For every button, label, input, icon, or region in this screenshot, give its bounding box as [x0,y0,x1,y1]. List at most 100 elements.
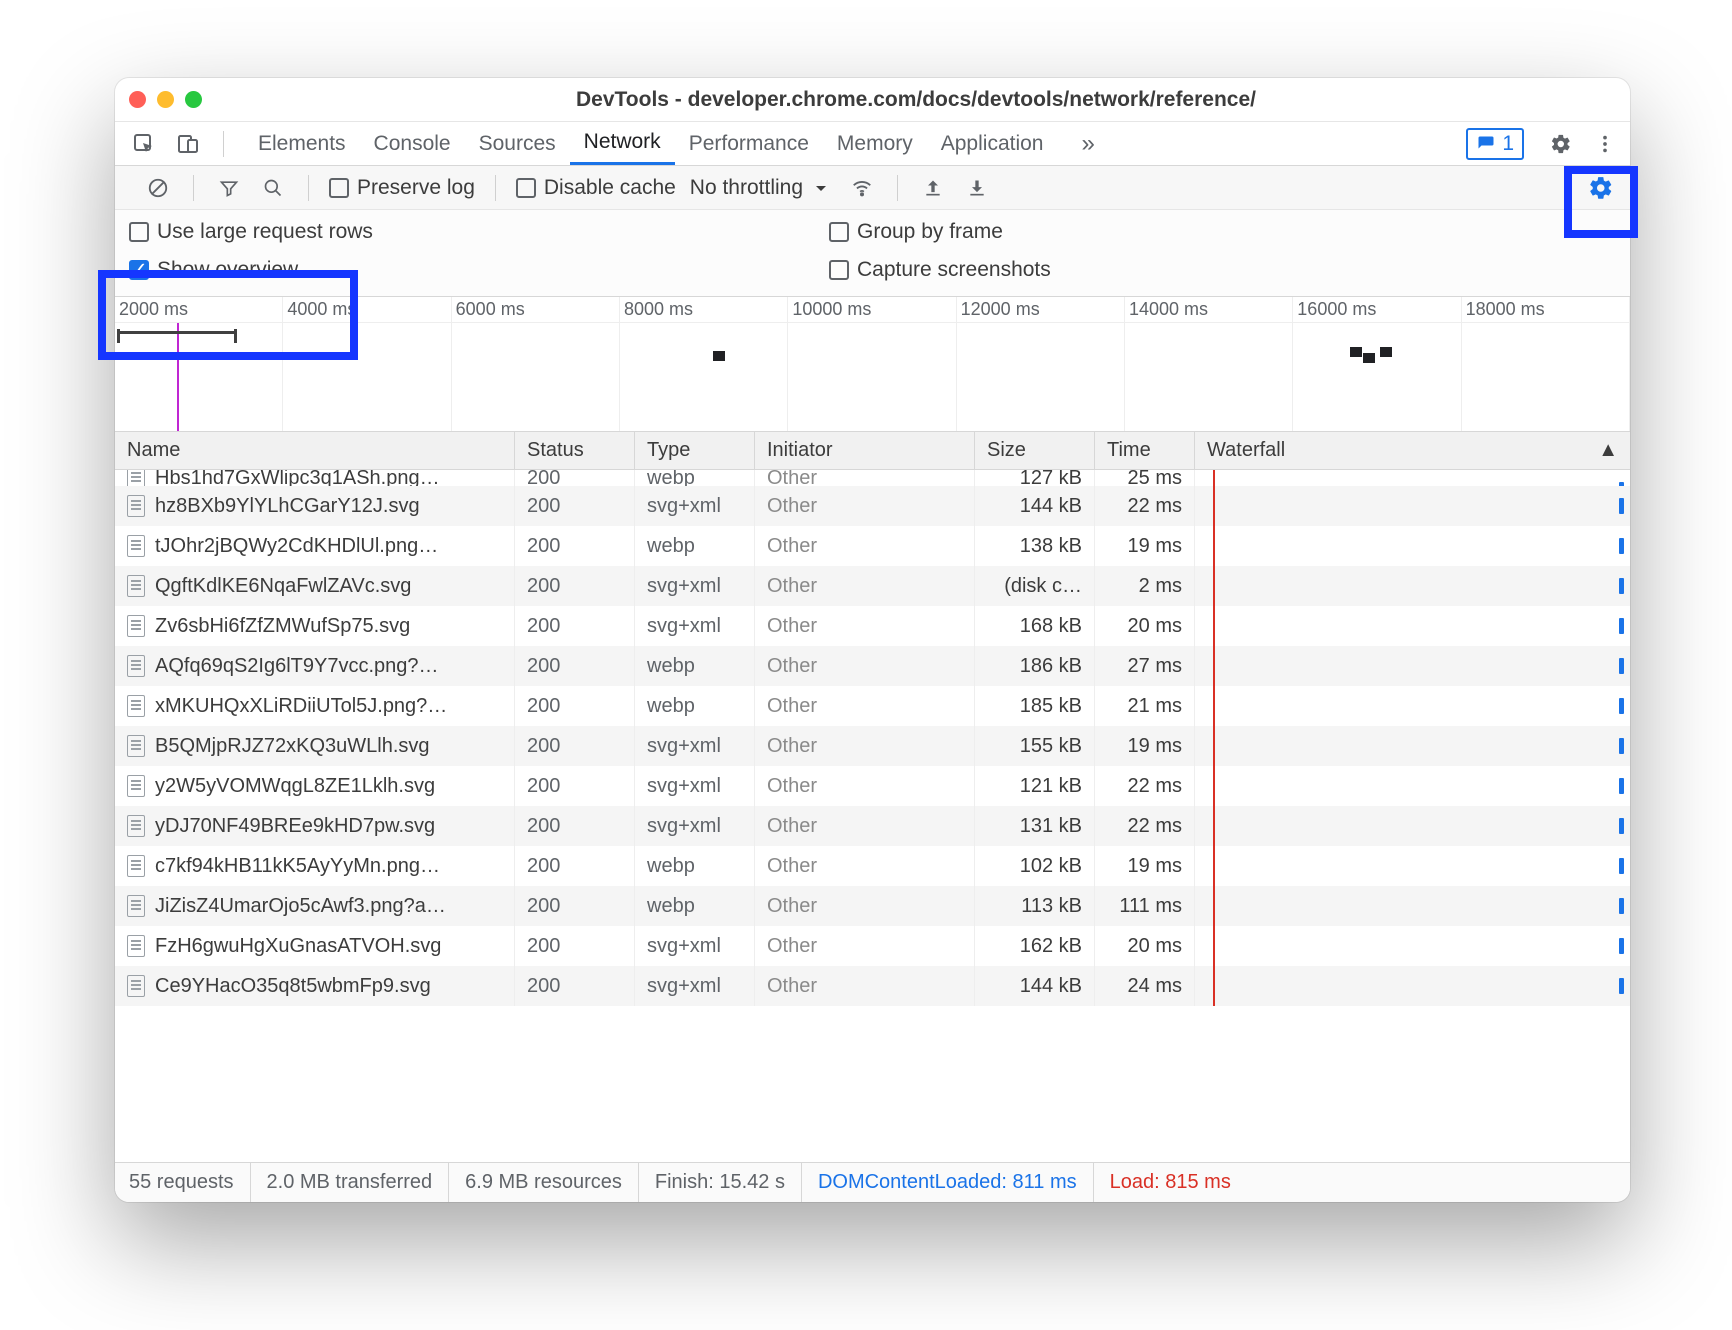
tab-elements[interactable]: Elements [244,122,360,165]
cell-name: Hbs1hd7GxWlipc3q1ASh.png… [115,470,515,486]
cell-time: 22 ms [1095,806,1195,846]
cell-initiator: Other [755,926,975,966]
table-row[interactable]: Zv6sbHi6fZfZMWufSp75.svg200svg+xmlOther1… [115,606,1630,646]
col-initiator[interactable]: Initiator [755,432,975,469]
col-type[interactable]: Type [635,432,755,469]
tab-performance[interactable]: Performance [675,122,823,165]
cell-type: svg+xml [635,726,755,766]
cell-status: 200 [515,686,635,726]
col-time[interactable]: Time [1095,432,1195,469]
maximize-window-button[interactable] [185,91,202,108]
cell-name: AQfq69qS2Ig6lT9Y7vcc.png?… [115,646,515,686]
table-row[interactable]: AQfq69qS2Ig6lT9Y7vcc.png?…200webpOther18… [115,646,1630,686]
timeline-band [115,323,283,431]
close-window-button[interactable] [129,91,146,108]
col-waterfall[interactable]: Waterfall▲ [1195,432,1630,469]
tab-console[interactable]: Console [360,122,465,165]
table-row[interactable]: c7kf94kHB11kK5AyYyMn.png…200webpOther102… [115,846,1630,886]
col-size[interactable]: Size [975,432,1095,469]
timeline-tick: 6000 ms [452,297,620,322]
capture-screenshots-checkbox[interactable]: Capture screenshots [829,258,1189,282]
timeline-activity [1350,347,1362,357]
more-panels-icon[interactable]: » [1071,130,1104,158]
cell-time: 20 ms [1095,926,1195,966]
cell-time: 27 ms [1095,646,1195,686]
cell-type: svg+xml [635,486,755,526]
cell-initiator: Other [755,486,975,526]
cell-status: 200 [515,766,635,806]
table-row[interactable]: B5QMjpRJZ72xKQ3uWLlh.svg200svg+xmlOther1… [115,726,1630,766]
table-row[interactable]: tJOhr2jBQWy2CdKHDlUl.png…200webpOther138… [115,526,1630,566]
cell-time: 19 ms [1095,526,1195,566]
cell-type: webp [635,526,755,566]
download-har-icon[interactable] [962,173,992,203]
tab-network[interactable]: Network [570,122,675,165]
network-settings-panel: Use large request rows ✓Show overview Gr… [115,210,1630,297]
table-row[interactable]: QgftKdlKE6NqaFwlZAVc.svg200svg+xmlOther(… [115,566,1630,606]
tab-application[interactable]: Application [927,122,1058,165]
timeline-activity [713,351,725,361]
search-icon[interactable] [258,173,288,203]
network-table-header: Name Status Type Initiator Size Time Wat… [115,432,1630,470]
timeline-tick: 14000 ms [1125,297,1293,322]
cell-name: yDJ70NF49BREe9kHD7pw.svg [115,806,515,846]
preserve-log-checkbox[interactable]: Preserve log [329,176,475,200]
network-settings-gear-icon[interactable] [1586,173,1616,203]
cell-name: Ce9YHacO35q8t5wbmFp9.svg [115,966,515,1006]
col-name[interactable]: Name [115,432,515,469]
timeline-activity [1380,347,1392,357]
kebab-menu-icon[interactable] [1590,129,1620,159]
table-row[interactable]: y2W5yVOMWqgL8ZE1Lklh.svg200svg+xmlOther1… [115,766,1630,806]
table-row[interactable]: Ce9YHacO35q8t5wbmFp9.svg200svg+xmlOther1… [115,966,1630,1006]
cell-time: 19 ms [1095,726,1195,766]
cell-name: xMKUHQxXLiRDiiUTol5J.png?… [115,686,515,726]
settings-gear-icon[interactable] [1546,129,1576,159]
throttling-value: No throttling [690,176,803,200]
minimize-window-button[interactable] [157,91,174,108]
group-by-frame-checkbox[interactable]: Group by frame [829,220,1189,244]
tab-sources[interactable]: Sources [465,122,570,165]
cell-size: 144 kB [975,486,1095,526]
file-icon [127,935,145,957]
tab-memory[interactable]: Memory [823,122,927,165]
file-icon [127,815,145,837]
table-row[interactable]: Hbs1hd7GxWlipc3q1ASh.png…200webpOther127… [115,470,1630,486]
cell-waterfall [1195,966,1630,1006]
table-row[interactable]: yDJ70NF49BREe9kHD7pw.svg200svg+xmlOther1… [115,806,1630,846]
table-row[interactable]: xMKUHQxXLiRDiiUTol5J.png?…200webpOther18… [115,686,1630,726]
cell-status: 200 [515,846,635,886]
chevron-down-icon [809,176,833,200]
inspect-element-icon[interactable] [129,129,159,159]
cell-initiator: Other [755,966,975,1006]
cell-time: 24 ms [1095,966,1195,1006]
cell-status: 200 [515,606,635,646]
cell-status: 200 [515,646,635,686]
cell-waterfall [1195,470,1630,486]
cell-time: 19 ms [1095,846,1195,886]
cell-name: y2W5yVOMWqgL8ZE1Lklh.svg [115,766,515,806]
sort-indicator-icon: ▲ [1598,439,1618,462]
cell-status: 200 [515,806,635,846]
filter-icon[interactable] [214,173,244,203]
table-row[interactable]: FzH6gwuHgXuGnasATVOH.svg200svg+xmlOther1… [115,926,1630,966]
show-overview-label: Show overview [157,258,298,282]
device-toolbar-icon[interactable] [173,129,203,159]
disable-cache-checkbox[interactable]: Disable cache [516,176,676,200]
issues-badge[interactable]: 1 [1466,128,1524,160]
network-table-body: Hbs1hd7GxWlipc3q1ASh.png…200webpOther127… [115,470,1630,1162]
status-finish: Finish: 15.42 s [639,1163,802,1202]
cell-initiator: Other [755,566,975,606]
col-status[interactable]: Status [515,432,635,469]
cell-name: JiZisZ4UmarOjo5cAwf3.png?a… [115,886,515,926]
table-row[interactable]: hz8BXb9YlYLhCGarY12J.svg200svg+xmlOther1… [115,486,1630,526]
table-row[interactable]: JiZisZ4UmarOjo5cAwf3.png?a…200webpOther1… [115,886,1630,926]
network-conditions-icon[interactable] [847,173,877,203]
status-bar: 55 requests 2.0 MB transferred 6.9 MB re… [115,1162,1630,1202]
disable-cache-label: Disable cache [544,176,676,200]
show-overview-checkbox[interactable]: ✓Show overview [129,258,489,282]
overview-timeline[interactable]: 2000 ms4000 ms6000 ms8000 ms10000 ms1200… [115,297,1630,432]
clear-icon[interactable] [143,173,173,203]
large-rows-checkbox[interactable]: Use large request rows [129,220,489,244]
upload-har-icon[interactable] [918,173,948,203]
throttling-select[interactable]: No throttling [690,176,833,200]
